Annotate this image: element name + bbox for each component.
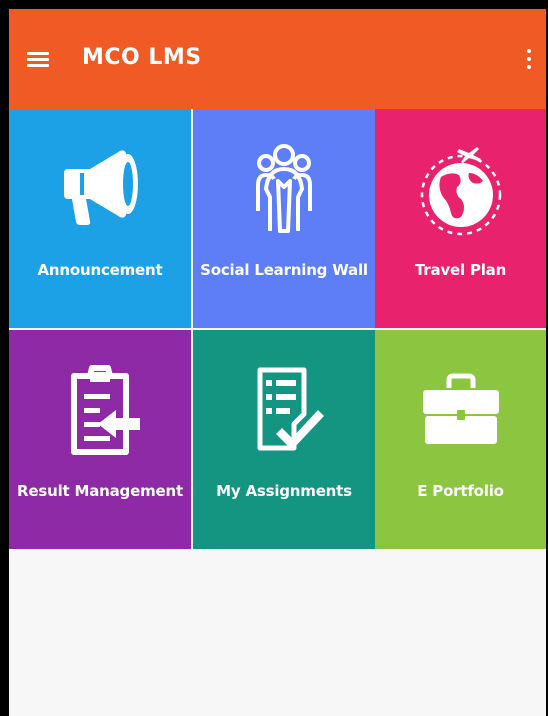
tile-e-portfolio[interactable]: E Portfolio [375, 330, 546, 549]
clipboard-arrow-icon [71, 365, 140, 455]
tile-label: Travel Plan [414, 261, 507, 279]
people-group-icon [256, 144, 312, 233]
empty-content-area [9, 551, 546, 716]
hamburger-menu-icon[interactable] [27, 49, 51, 69]
app-window: MCO LMS Announcement Social Learning Wal… [9, 9, 546, 716]
briefcase-icon [422, 373, 499, 444]
tile-label: Announcement [37, 261, 163, 279]
overflow-menu-icon[interactable] [524, 45, 534, 73]
tile-social-learning-wall[interactable]: Social Learning Wall [193, 109, 375, 328]
app-bar: MCO LMS [9, 9, 546, 109]
tile-label: Social Learning Wall [200, 261, 368, 279]
screen-frame: MCO LMS Announcement Social Learning Wal… [0, 0, 548, 716]
tile-travel-plan[interactable]: Travel Plan [375, 109, 546, 328]
tile-announcement[interactable]: Announcement [9, 109, 191, 328]
app-title: MCO LMS [82, 45, 202, 70]
tile-my-assignments[interactable]: My Assignments [193, 330, 375, 549]
tile-label: E Portfolio [417, 482, 504, 500]
megaphone-icon [64, 150, 138, 225]
module-grid: Announcement Social Learning Wall Travel… [9, 109, 546, 551]
tile-result-management[interactable]: Result Management [9, 330, 191, 549]
globe-plane-icon [420, 147, 501, 236]
checklist-icon [257, 367, 324, 451]
tile-label: My Assignments [216, 482, 352, 500]
tile-label: Result Management [17, 482, 183, 500]
